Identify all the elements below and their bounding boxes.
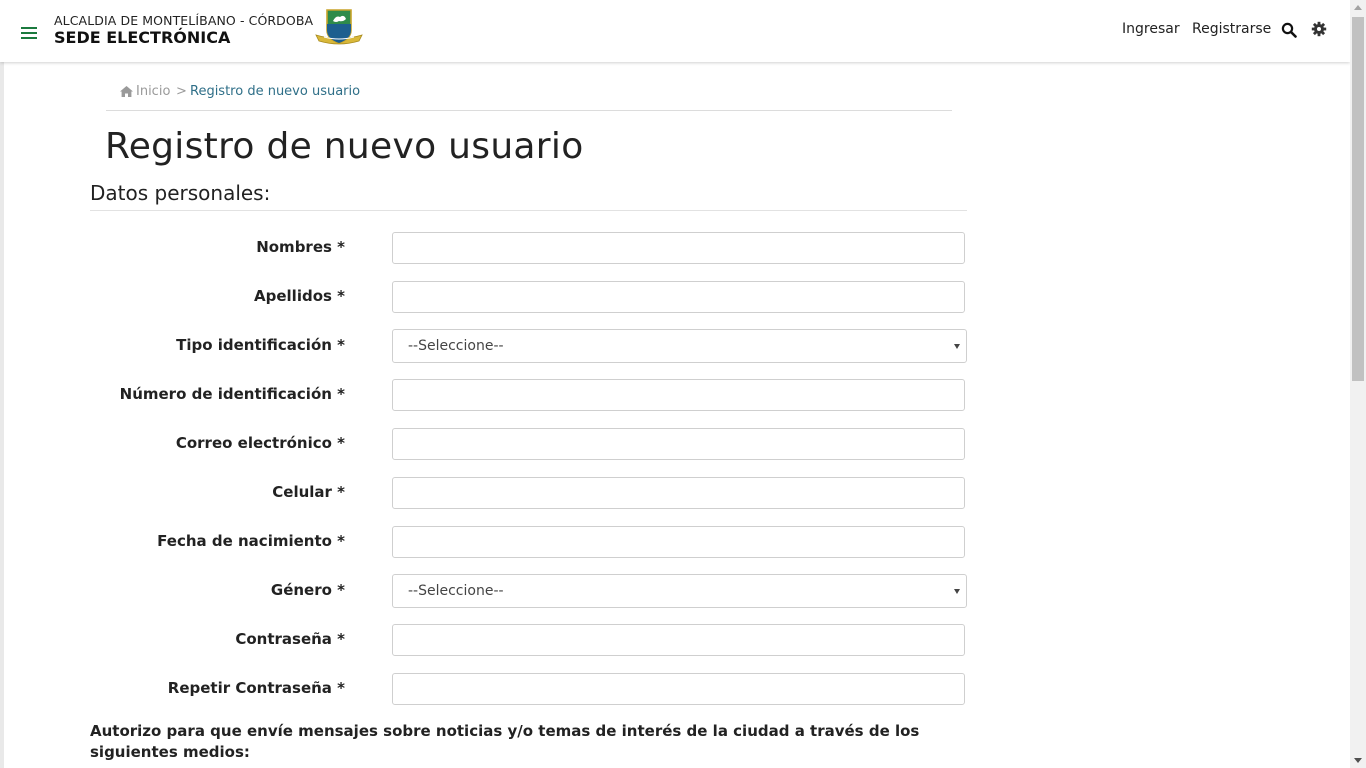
repetir-contrasena-input[interactable] [392, 673, 965, 705]
breadcrumb: Inicio > Registro de nuevo usuario [106, 84, 952, 111]
page-scrollbar[interactable] [1350, 0, 1366, 768]
scroll-down-arrow-icon[interactable] [1354, 758, 1362, 763]
brand-municipality[interactable]: ALCALDIA DE MONTELÍBANO - CÓRDOBA [54, 13, 313, 28]
breadcrumb-separator: > [176, 84, 187, 99]
repetir-contrasena-label: Repetir Contraseña * [167, 679, 345, 697]
fecha-nacimiento-label: Fecha de nacimiento * [157, 532, 345, 550]
dropdown-arrow-icon [954, 589, 960, 594]
fecha-nacimiento-input[interactable] [392, 526, 965, 558]
dropdown-arrow-icon [954, 344, 960, 349]
register-link[interactable]: Registrarse [1192, 21, 1271, 37]
page-title: Registro de nuevo usuario [105, 126, 584, 167]
page: ALCALDIA DE MONTELÍBANO - CÓRDOBA SEDE E… [0, 0, 1350, 768]
breadcrumb-home-link[interactable]: Inicio [136, 84, 170, 99]
home-icon[interactable] [120, 86, 133, 97]
nombres-label: Nombres * [256, 238, 345, 256]
apellidos-input[interactable] [392, 281, 965, 313]
celular-label: Celular * [272, 483, 345, 501]
scrollbar-thumb[interactable] [1352, 17, 1364, 381]
municipal-shield-logo-icon[interactable] [314, 6, 364, 48]
correo-label: Correo electrónico * [175, 434, 345, 452]
brand-site-name[interactable]: SEDE ELECTRÓNICA [54, 28, 230, 47]
contrasena-label: Contraseña * [235, 630, 345, 648]
genero-select[interactable]: --Seleccione-- [392, 574, 967, 608]
search-icon[interactable] [1281, 22, 1297, 38]
consent-text: Autorizo para que envíe mensajes sobre n… [90, 722, 920, 761]
section-title-personal-data: Datos personales: [90, 181, 967, 211]
scroll-up-arrow-icon[interactable] [1354, 5, 1362, 10]
hamburger-menu-icon[interactable] [21, 27, 37, 39]
page-left-edge [0, 62, 4, 768]
tipo-identificacion-label: Tipo identificación * [176, 336, 345, 354]
numero-identificacion-input[interactable] [392, 379, 965, 411]
breadcrumb-current: Registro de nuevo usuario [190, 84, 361, 99]
numero-identificacion-label: Número de identificación * [119, 385, 345, 403]
top-header: ALCALDIA DE MONTELÍBANO - CÓRDOBA SEDE E… [0, 0, 1350, 62]
genero-selected: --Seleccione-- [408, 583, 504, 599]
genero-label: Género * [270, 581, 345, 599]
correo-input[interactable] [392, 428, 965, 460]
contrasena-input[interactable] [392, 624, 965, 656]
login-link[interactable]: Ingresar [1122, 21, 1180, 37]
nombres-input[interactable] [392, 232, 965, 264]
gear-icon[interactable] [1311, 21, 1327, 37]
celular-input[interactable] [392, 477, 965, 509]
tipo-identificacion-select[interactable]: --Seleccione-- [392, 329, 967, 363]
tipo-identificacion-selected: --Seleccione-- [408, 338, 504, 354]
apellidos-label: Apellidos * [254, 287, 345, 305]
